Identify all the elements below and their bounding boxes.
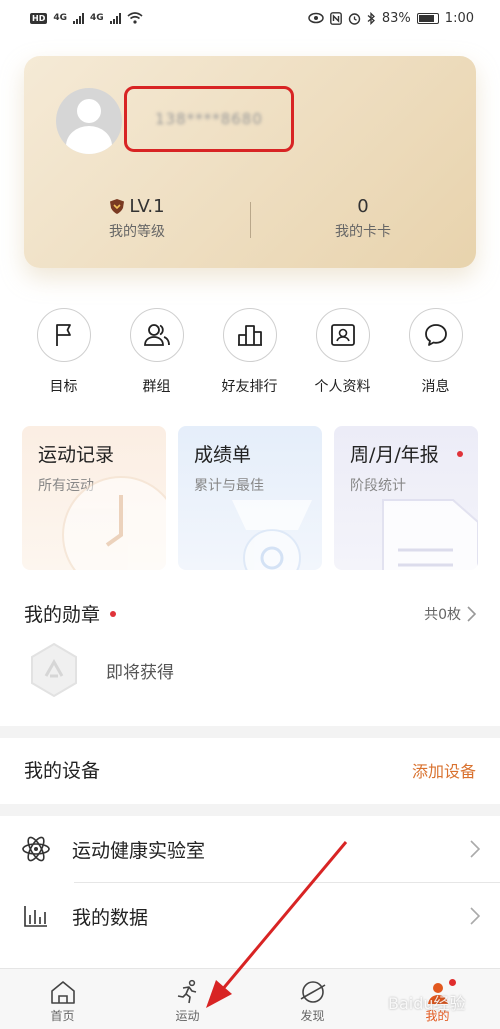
medal-placeholder-icon xyxy=(31,642,77,698)
tile-title-text: 周/月/年报 xyxy=(350,444,439,466)
feature-tiles: 运动记录 所有运动 成绩单 累计与最佳 周/月/年报 阶段统计 xyxy=(22,426,478,570)
group-icon xyxy=(143,324,170,346)
quick-action-profile[interactable]: 个人资料 xyxy=(296,308,389,396)
ranking-icon xyxy=(237,325,262,346)
quick-action-label: 群组 xyxy=(142,379,171,395)
cards-stat[interactable]: 0 我的卡卡 xyxy=(250,196,476,241)
tile-report-card[interactable]: 成绩单 累计与最佳 xyxy=(178,426,322,570)
network-type-2: 4G xyxy=(90,13,104,23)
document-deco-icon xyxy=(382,499,478,570)
baidu-watermark: Baidu经验 xyxy=(388,994,466,1013)
medals-count: 共0枚 xyxy=(424,606,461,623)
add-device-button[interactable]: 添加设备 xyxy=(412,758,476,782)
tile-title: 周/月/年报 xyxy=(350,440,478,467)
level-value: LV.1 xyxy=(129,196,165,217)
quick-actions: 目标 群组 好友排行 个人资料 消息 xyxy=(0,308,500,396)
tab-home[interactable]: 首页 xyxy=(0,969,125,1029)
network-type-1: 4G xyxy=(53,13,67,23)
cards-label: 我的卡卡 xyxy=(335,224,391,240)
section-divider xyxy=(0,804,500,816)
tab-label: 发现 xyxy=(300,1009,325,1023)
clock-time: 1:00 xyxy=(444,10,474,26)
atom-icon xyxy=(22,836,50,862)
eye-icon xyxy=(308,12,324,24)
avatar-head xyxy=(77,99,101,123)
battery-icon xyxy=(416,12,439,24)
phone-highlight-box: 138****8680 xyxy=(124,86,294,152)
level-label: 我的等级 xyxy=(109,224,165,240)
medals-title: 我的勋章 xyxy=(24,604,101,626)
phone-number[interactable]: 138****8680 xyxy=(155,110,263,128)
menu-item-label: 运动健康实验室 xyxy=(72,839,206,862)
profile-card-icon xyxy=(330,324,355,346)
level-stat[interactable]: LV.1 我的等级 xyxy=(24,196,250,241)
bar-chart-icon xyxy=(24,906,47,927)
avatar[interactable] xyxy=(56,88,122,154)
tab-badge-dot xyxy=(449,979,456,986)
home-icon xyxy=(50,981,75,1004)
medals-header[interactable]: 我的勋章 共0枚 xyxy=(24,600,476,627)
quick-action-ranking[interactable]: 好友排行 xyxy=(203,308,296,396)
chevron-right-icon xyxy=(467,605,476,622)
bluetooth-icon xyxy=(367,11,375,25)
devices-title: 我的设备 xyxy=(24,760,101,782)
quick-action-message[interactable]: 消息 xyxy=(389,308,482,396)
trophy-deco-icon xyxy=(232,500,312,570)
tab-exercise[interactable]: 运动 xyxy=(125,969,250,1029)
cards-count: 0 xyxy=(357,196,369,217)
medal-pending-label: 即将获得 xyxy=(106,662,174,683)
tab-label: 运动 xyxy=(175,1009,200,1023)
chevron-right-icon xyxy=(470,907,480,925)
tab-discover[interactable]: 发现 xyxy=(250,969,375,1029)
flag-icon xyxy=(55,324,71,346)
status-bar: HD 4G 4G 83% 1:00 xyxy=(0,0,500,36)
avatar-body xyxy=(66,126,112,154)
medal-pending-row[interactable]: 即将获得 xyxy=(28,642,174,698)
tab-label: 首页 xyxy=(50,1009,75,1023)
quick-action-label: 个人资料 xyxy=(314,379,371,395)
menu-item-label: 我的数据 xyxy=(72,906,149,929)
profile-card[interactable]: 138****8680 LV.1 我的等级 0 我的卡卡 xyxy=(24,56,476,268)
signal-bars-icon xyxy=(109,12,121,24)
hd-badge: HD xyxy=(30,12,48,24)
quick-action-goal[interactable]: 目标 xyxy=(17,308,110,396)
signal-bars-icon xyxy=(73,12,84,24)
quick-action-group[interactable]: 群组 xyxy=(110,308,203,396)
wifi-icon xyxy=(127,12,143,24)
clock-deco-icon xyxy=(62,476,166,570)
medals-badge-dot xyxy=(110,610,117,617)
discover-icon xyxy=(300,981,325,1003)
tile-title: 运动记录 xyxy=(38,444,115,466)
quick-action-label: 目标 xyxy=(49,379,78,395)
level-shield-icon xyxy=(110,199,125,214)
tile-title: 成绩单 xyxy=(194,444,252,466)
message-icon xyxy=(424,324,447,346)
menu-item-health-lab[interactable]: 运动健康实验室 xyxy=(0,816,500,882)
nfc-icon xyxy=(329,11,342,25)
quick-action-label: 好友排行 xyxy=(221,379,278,395)
tile-periodic-report[interactable]: 周/月/年报 阶段统计 xyxy=(334,426,478,570)
section-divider xyxy=(0,726,500,738)
tile-sports-record[interactable]: 运动记录 所有运动 xyxy=(22,426,166,570)
new-badge-dot xyxy=(456,450,463,457)
battery-percent: 83% xyxy=(381,10,411,26)
alarm-icon xyxy=(348,12,361,25)
menu-item-my-data[interactable]: 我的数据 xyxy=(0,883,500,949)
quick-action-label: 消息 xyxy=(421,379,450,395)
chevron-right-icon xyxy=(470,840,480,858)
running-icon xyxy=(177,979,196,1004)
devices-row: 我的设备 添加设备 xyxy=(24,756,476,783)
